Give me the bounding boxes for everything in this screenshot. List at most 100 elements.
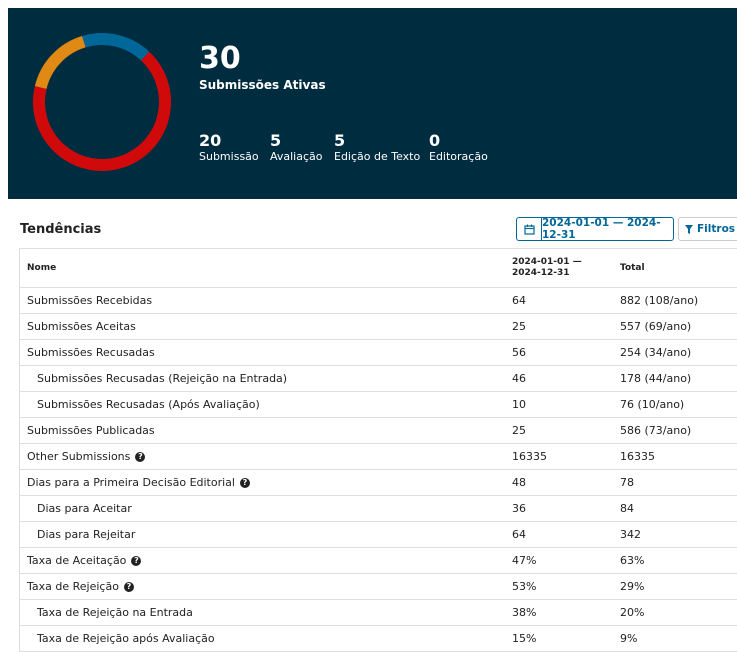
table-row: Taxa de Rejeição? 53% 29% bbox=[20, 574, 737, 600]
stage-count: 20 bbox=[199, 131, 222, 150]
total-value: 16335 bbox=[620, 450, 655, 463]
stage-label: Submissão bbox=[199, 150, 259, 163]
donut-segment bbox=[33, 33, 171, 171]
metric-name-cell: Submissões Aceitas bbox=[27, 314, 136, 339]
donut-segment bbox=[33, 33, 171, 171]
trends-table: Nome 2024-01-01 — 2024-12-31 Total Submi… bbox=[19, 248, 737, 652]
metric-name-cell: Taxa de Rejeição na Entrada bbox=[37, 600, 193, 625]
table-row: Dias para Aceitar 36 84 bbox=[20, 496, 737, 522]
active-submissions-donut-chart bbox=[33, 33, 171, 171]
stage-count: 5 bbox=[270, 131, 282, 150]
stage-submission[interactable]: 20 Submissão bbox=[199, 131, 259, 164]
active-submissions-panel: 30 Submissões Ativas 20 Submissão 5 Aval… bbox=[8, 8, 737, 199]
metric-name-cell: Submissões Recusadas (Rejeição na Entrad… bbox=[37, 366, 287, 391]
help-icon[interactable]: ? bbox=[123, 581, 134, 592]
filter-icon bbox=[685, 224, 693, 234]
metric-name: Other Submissions bbox=[27, 450, 131, 463]
trends-heading: Tendências bbox=[20, 222, 102, 237]
metric-name: Submissões Recebidas bbox=[27, 294, 153, 307]
stage-label: Avaliação bbox=[270, 150, 323, 163]
help-icon[interactable]: ? bbox=[131, 555, 142, 566]
total-value: 78 bbox=[620, 476, 634, 489]
donut-segment bbox=[33, 33, 171, 171]
filters-label: Filtros bbox=[697, 223, 736, 235]
table-row: Submissões Aceitas 25 557 (69/ano) bbox=[20, 314, 737, 340]
table-row: Submissões Recebidas 64 882 (108/ano) bbox=[20, 288, 737, 314]
metric-name-cell: Dias para a Primeira Decisão Editorial? bbox=[27, 470, 250, 495]
period-value: 64 bbox=[512, 294, 526, 307]
metric-name: Submissões Recusadas (Rejeição na Entrad… bbox=[37, 372, 288, 385]
stage-count: 0 bbox=[429, 131, 441, 150]
total-value: 882 (108/ano) bbox=[620, 294, 699, 307]
metric-name-cell: Submissões Recebidas bbox=[27, 288, 152, 313]
period-value: 16335 bbox=[512, 450, 547, 463]
metric-name: Dias para Rejeitar bbox=[37, 528, 136, 541]
stage-copyediting[interactable]: 5 Edição de Texto bbox=[334, 131, 421, 164]
period-value: 47% bbox=[512, 554, 537, 567]
table-row: Taxa de Aceitação? 47% 63% bbox=[20, 548, 737, 574]
metric-name: Taxa de Rejeição na Entrada bbox=[37, 606, 193, 619]
metric-name-cell: Submissões Recusadas bbox=[27, 340, 155, 365]
period-value: 38% bbox=[512, 606, 537, 619]
help-icon[interactable]: ? bbox=[135, 451, 146, 462]
total-value: 254 (34/ano) bbox=[620, 346, 692, 359]
period-value: 56 bbox=[512, 346, 526, 359]
metric-name: Taxa de Rejeição bbox=[27, 580, 119, 593]
column-header-period[interactable]: 2024-01-01 — 2024-12-31 bbox=[512, 249, 604, 287]
period-value: 15% bbox=[512, 632, 537, 645]
column-header-name[interactable]: Nome bbox=[27, 249, 56, 287]
table-row: Taxa de Rejeição após Avaliação 15% 9% bbox=[20, 626, 737, 652]
stage-label: Edição de Texto bbox=[334, 150, 421, 163]
table-header-row: Nome 2024-01-01 — 2024-12-31 Total bbox=[20, 249, 737, 288]
metric-name-cell: Taxa de Aceitação? bbox=[27, 548, 142, 573]
total-value: 557 (69/ano) bbox=[620, 320, 692, 333]
metric-name: Taxa de Rejeição após Avaliação bbox=[37, 632, 215, 645]
table-row: Submissões Publicadas 25 586 (73/ano) bbox=[20, 418, 737, 444]
table-row: Submissões Recusadas 56 254 (34/ano) bbox=[20, 340, 737, 366]
period-value: 64 bbox=[512, 528, 526, 541]
metric-name: Submissões Recusadas (Após Avaliação) bbox=[37, 398, 260, 411]
period-value: 25 bbox=[512, 424, 526, 437]
table-row: Submissões Recusadas (Após Avaliação) 10 7… bbox=[20, 392, 737, 418]
metric-name-cell: Submissões Recusadas (Após Avaliação) bbox=[37, 392, 260, 417]
total-value: 178 (44/ano) bbox=[620, 372, 692, 385]
date-range-label: 2024-01-01 — 2024-12-31 bbox=[542, 217, 661, 241]
total-value: 20% bbox=[620, 606, 645, 619]
total-value: 29% bbox=[620, 580, 645, 593]
total-value: 63% bbox=[620, 554, 645, 567]
table-row: Dias para a Primeira Decisão Editorial? 4… bbox=[20, 470, 737, 496]
total-value: 586 (73/ano) bbox=[620, 424, 692, 437]
metric-name: Submissões Recusadas bbox=[27, 346, 155, 359]
filters-button[interactable]: Filtros bbox=[678, 217, 737, 241]
stage-production[interactable]: 0 Editoração bbox=[429, 131, 488, 164]
period-value: 10 bbox=[512, 398, 526, 411]
table-row: Taxa de Rejeição na Entrada 38% 20% bbox=[20, 600, 737, 626]
total-value: 9% bbox=[620, 632, 638, 645]
column-header-total[interactable]: Total bbox=[620, 249, 645, 287]
help-icon[interactable]: ? bbox=[239, 477, 250, 488]
total-value: 84 bbox=[620, 502, 634, 515]
metric-name: Submissões Aceitas bbox=[27, 320, 136, 333]
metric-name-cell: Submissões Publicadas bbox=[27, 418, 155, 443]
period-value: 36 bbox=[512, 502, 526, 515]
metric-name: Dias para Aceitar bbox=[37, 502, 132, 515]
period-value: 25 bbox=[512, 320, 526, 333]
metric-name: Submissões Publicadas bbox=[27, 424, 155, 437]
metric-name: Dias para a Primeira Decisão Editorial bbox=[27, 476, 235, 489]
stage-count: 5 bbox=[334, 131, 346, 150]
metric-name-cell: Other Submissions? bbox=[27, 444, 146, 469]
table-row: Other Submissions? 16335 16335 bbox=[20, 444, 737, 470]
period-value: 53% bbox=[512, 580, 537, 593]
metric-name-cell: Dias para Aceitar bbox=[37, 496, 132, 521]
calendar-icon bbox=[517, 218, 542, 240]
date-range-button[interactable]: 2024-01-01 — 2024-12-31 bbox=[516, 217, 674, 241]
active-submissions-label: Submissões Ativas bbox=[199, 78, 326, 92]
stage-review[interactable]: 5 Avaliação bbox=[270, 131, 323, 164]
metric-name-cell: Taxa de Rejeição após Avaliação bbox=[37, 626, 215, 651]
metric-name-cell: Taxa de Rejeição? bbox=[27, 574, 134, 599]
total-value: 342 bbox=[620, 528, 641, 541]
metric-name: Taxa de Aceitação bbox=[27, 554, 127, 567]
table-row: Dias para Rejeitar 64 342 bbox=[20, 522, 737, 548]
period-value: 46 bbox=[512, 372, 526, 385]
metric-name-cell: Dias para Rejeitar bbox=[37, 522, 135, 547]
